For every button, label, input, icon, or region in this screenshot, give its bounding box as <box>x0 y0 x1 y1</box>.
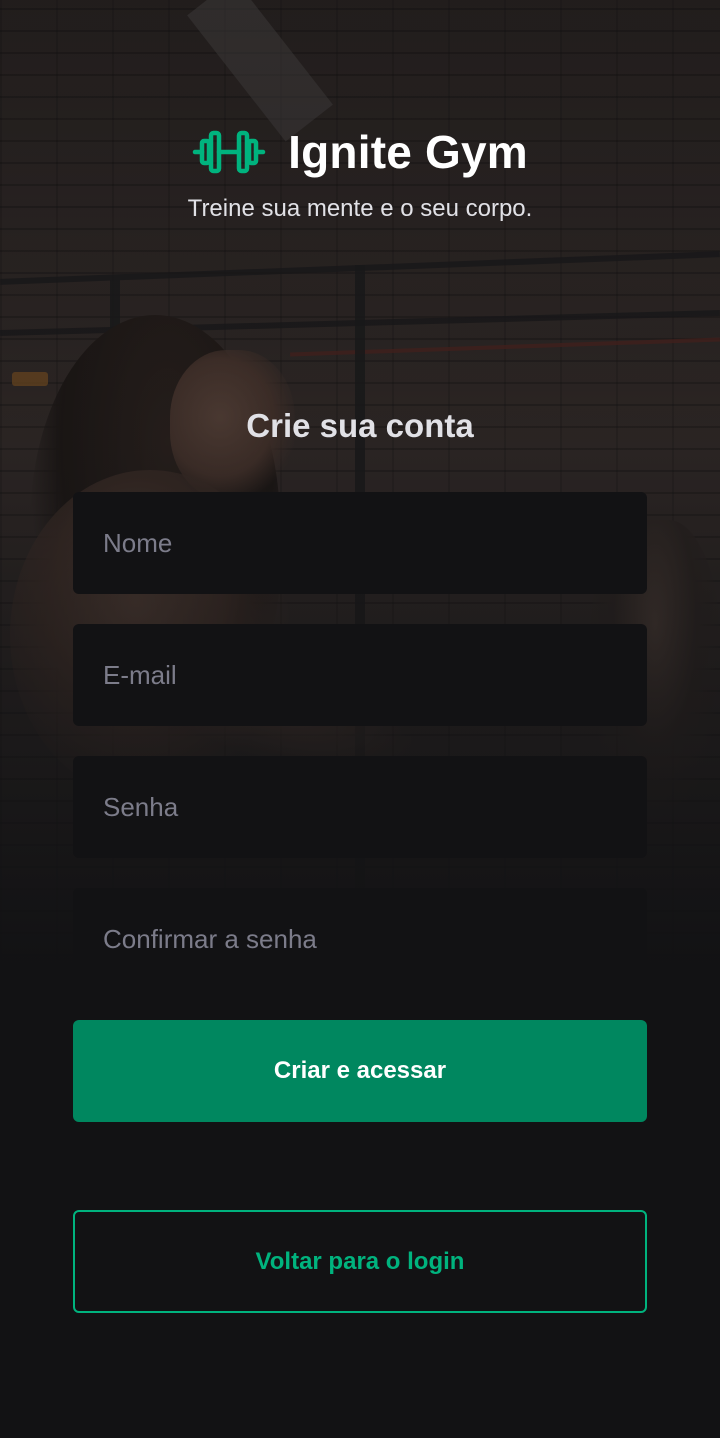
tagline: Treine sua mente e o seu corpo. <box>187 195 533 222</box>
signup-screen: Ignite Gym Treine sua mente e o seu corp… <box>0 0 720 1438</box>
email-field[interactable] <box>73 624 647 726</box>
name-field[interactable] <box>73 492 647 594</box>
password-field[interactable] <box>73 756 647 858</box>
create-account-button[interactable]: Criar e acessar <box>73 1020 647 1122</box>
brand-header: Ignite Gym <box>0 120 720 184</box>
form-title: Crie sua conta <box>246 407 474 444</box>
dumbbell-icon <box>192 130 266 174</box>
app-name: Ignite Gym <box>288 126 528 178</box>
back-to-login-button[interactable]: Voltar para o login <box>73 1210 647 1313</box>
confirm-password-field[interactable] <box>73 888 647 990</box>
